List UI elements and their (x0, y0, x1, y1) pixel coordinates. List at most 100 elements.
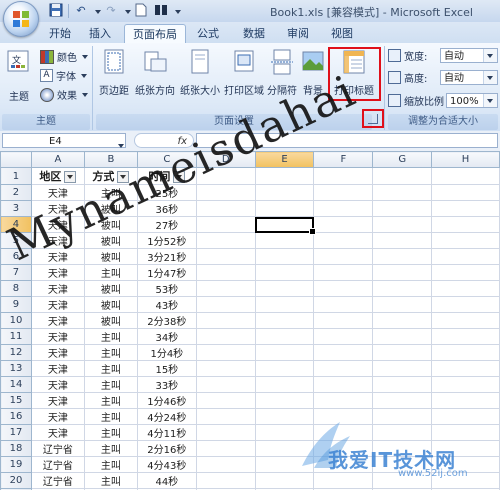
row-header[interactable]: 5 (0, 232, 32, 249)
cell[interactable] (372, 200, 433, 217)
cell[interactable] (195, 328, 256, 345)
cell[interactable]: 主叫 (83, 184, 138, 201)
cell[interactable]: 2分38秒 (136, 312, 197, 329)
undo-icon[interactable]: ↶ (73, 3, 89, 18)
column-header[interactable]: F (313, 151, 374, 168)
cell[interactable]: 天津 (30, 328, 85, 345)
cell[interactable] (195, 184, 256, 201)
cell[interactable] (313, 232, 374, 249)
new-document-icon[interactable] (133, 3, 149, 18)
margins-button[interactable]: 页边距 (96, 49, 132, 97)
cell[interactable] (431, 264, 500, 281)
cell[interactable] (254, 376, 315, 393)
cell[interactable] (254, 408, 315, 425)
cell[interactable] (254, 167, 315, 185)
cell[interactable]: 天津 (30, 296, 85, 313)
cell[interactable] (195, 344, 256, 361)
cell[interactable] (372, 167, 433, 185)
cell[interactable] (431, 440, 500, 457)
cell[interactable] (254, 328, 315, 345)
cell[interactable]: 被叫 (83, 232, 138, 249)
column-header[interactable]: C (136, 151, 197, 168)
cell[interactable] (195, 232, 256, 249)
cell[interactable] (372, 472, 433, 489)
cell[interactable] (372, 248, 433, 265)
cell[interactable]: 34秒 (136, 328, 197, 345)
name-box-dropdown-icon[interactable] (116, 138, 124, 151)
cell[interactable]: 被叫 (83, 216, 138, 233)
breaks-button[interactable]: 分隔符 (266, 49, 298, 97)
cell[interactable] (313, 456, 374, 473)
theme-effects-button[interactable]: 效果 (40, 87, 88, 102)
cell[interactable]: 天津 (30, 216, 85, 233)
cell[interactable] (372, 216, 433, 233)
cell[interactable] (431, 472, 500, 489)
cell[interactable] (431, 376, 500, 393)
cell[interactable]: 被叫 (83, 248, 138, 265)
cell[interactable] (431, 456, 500, 473)
cell[interactable] (431, 216, 500, 233)
row-header[interactable]: 20 (0, 472, 32, 489)
cell[interactable]: 主叫 (83, 440, 138, 457)
cell[interactable]: 主叫 (83, 264, 138, 281)
row-header[interactable]: 6 (0, 248, 32, 265)
chevron-down-icon[interactable] (483, 49, 497, 62)
cell[interactable] (372, 376, 433, 393)
cell[interactable] (313, 312, 374, 329)
cell[interactable]: 36秒 (136, 200, 197, 217)
cell[interactable] (431, 248, 500, 265)
cell[interactable] (431, 392, 500, 409)
cell[interactable]: 天津 (30, 280, 85, 297)
cell[interactable]: 1分46秒 (136, 392, 197, 409)
cell[interactable] (313, 440, 374, 457)
print-area-button[interactable]: 打印区域 (222, 49, 266, 97)
cell[interactable] (431, 184, 500, 201)
themes-button[interactable]: 文 主题 (4, 49, 34, 103)
cell[interactable] (254, 456, 315, 473)
cell[interactable]: 天津 (30, 344, 85, 361)
cell[interactable] (372, 344, 433, 361)
cell[interactable]: 33秒 (136, 376, 197, 393)
cell[interactable] (313, 344, 374, 361)
paper-size-button[interactable]: 纸张大小 (178, 49, 222, 97)
cell[interactable]: 43秒 (136, 296, 197, 313)
cell[interactable]: 主叫 (83, 392, 138, 409)
cell[interactable] (313, 280, 374, 297)
cell[interactable]: 被叫 (83, 312, 138, 329)
cell[interactable] (254, 232, 315, 249)
cell[interactable] (254, 424, 315, 441)
cell[interactable] (313, 296, 374, 313)
cell[interactable] (372, 456, 433, 473)
cell[interactable] (431, 167, 500, 185)
row-header[interactable]: 7 (0, 264, 32, 281)
cell[interactable] (313, 200, 374, 217)
row-header[interactable]: 18 (0, 440, 32, 457)
theme-colors-button[interactable]: 颜色 (40, 49, 88, 64)
row-header[interactable]: 19 (0, 456, 32, 473)
cell[interactable]: 1分52秒 (136, 232, 197, 249)
select-all-corner[interactable] (0, 151, 32, 168)
cell[interactable]: 4分11秒 (136, 424, 197, 441)
cell[interactable] (254, 184, 315, 201)
undo-dropdown-icon[interactable] (93, 3, 101, 18)
cell[interactable]: 被叫 (83, 200, 138, 217)
cell[interactable] (431, 424, 500, 441)
height-select[interactable]: 自动 (440, 70, 498, 85)
cell[interactable]: 被叫 (83, 296, 138, 313)
row-header[interactable]: 17 (0, 424, 32, 441)
cell[interactable] (195, 167, 256, 185)
cell[interactable] (195, 296, 256, 313)
cell[interactable] (372, 280, 433, 297)
row-header[interactable]: 13 (0, 360, 32, 377)
cell[interactable] (195, 440, 256, 457)
row-header[interactable]: 8 (0, 280, 32, 297)
cell[interactable] (431, 200, 500, 217)
cell[interactable]: 主叫 (83, 472, 138, 489)
page-setup-dialog-launcher-icon[interactable] (368, 114, 378, 124)
cell[interactable]: 天津 (30, 408, 85, 425)
cell[interactable] (313, 248, 374, 265)
cell[interactable]: 天津 (30, 184, 85, 201)
cell[interactable]: 主叫 (83, 360, 138, 377)
cell[interactable]: 辽宁省 (30, 440, 85, 457)
column-header[interactable]: H (431, 151, 500, 168)
